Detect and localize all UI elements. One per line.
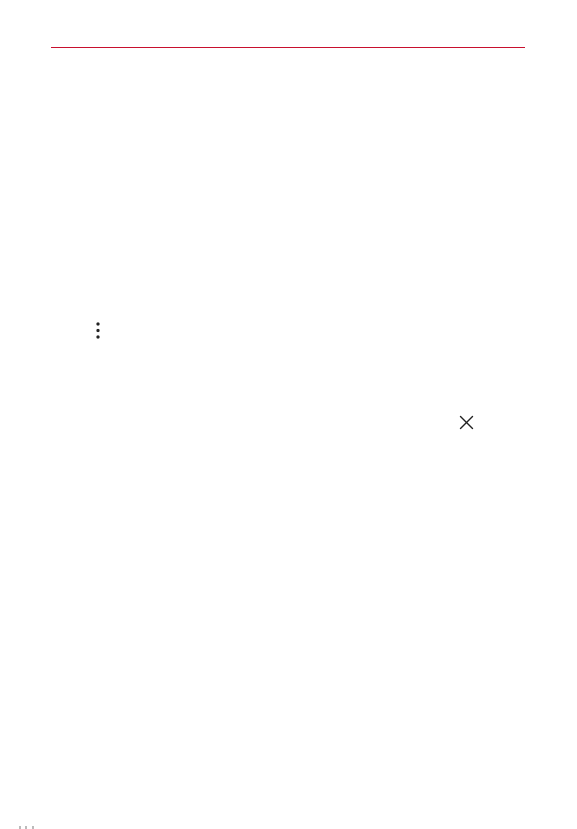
close-icon bbox=[459, 415, 474, 430]
more-vertical-icon bbox=[96, 322, 100, 339]
page-edge-mark bbox=[19, 826, 34, 829]
header-divider bbox=[51, 47, 525, 48]
